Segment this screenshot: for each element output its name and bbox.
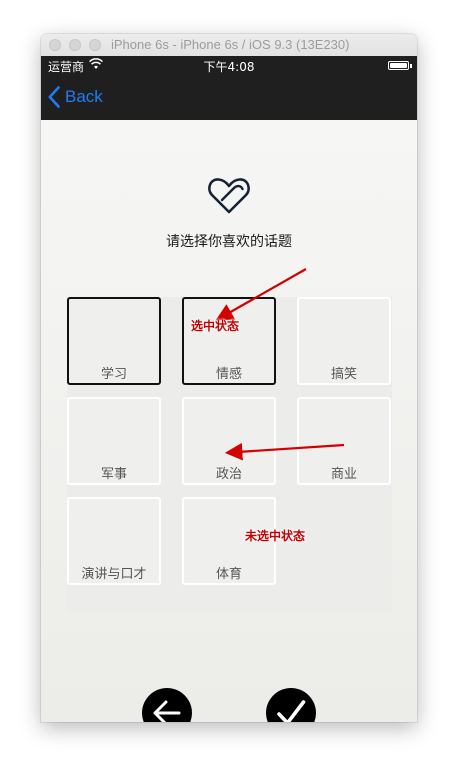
- topic-tile-business[interactable]: 商业: [297, 397, 391, 485]
- window-titlebar: iPhone 6s - iPhone 6s / iOS 9.3 (13E230): [41, 34, 417, 57]
- status-time: 下午4:08: [203, 60, 255, 74]
- selected-state-annotation: 选中状态: [191, 319, 240, 333]
- battery-tip: [410, 64, 412, 68]
- topic-tile-speech[interactable]: 演讲与口才: [67, 497, 161, 585]
- confirm-button[interactable]: [266, 688, 316, 722]
- topic-selection-screen: 请选择你喜欢的话题 学习 情感 搞笑 军事 政治 商业 演讲与口才 体育 选中状…: [41, 120, 417, 722]
- back-button[interactable]: Back: [48, 86, 103, 108]
- topic-label: 商业: [330, 467, 357, 482]
- navigation-bar: Back: [41, 76, 417, 120]
- simulator-window: iPhone 6s - iPhone 6s / iOS 9.3 (13E230)…: [41, 34, 417, 722]
- topic-label: 演讲与口才: [81, 567, 147, 582]
- unselected-state-annotation: 未选中状态: [245, 529, 306, 543]
- chevron-left-icon: [48, 86, 60, 108]
- topic-tile-military[interactable]: 军事: [67, 397, 161, 485]
- topic-tile-study[interactable]: 学习: [67, 297, 161, 385]
- battery-icon: [388, 61, 409, 70]
- close-window-button[interactable]: [49, 39, 61, 51]
- topic-label: 搞笑: [330, 367, 357, 382]
- topic-tile-emotion[interactable]: 情感: [182, 297, 276, 385]
- heart-icon: [208, 178, 250, 214]
- checkmark-icon: [277, 700, 306, 722]
- topic-tile-funny[interactable]: 搞笑: [297, 297, 391, 385]
- topic-label: 情感: [215, 367, 242, 382]
- window-title: iPhone 6s - iPhone 6s / iOS 9.3 (13E230): [111, 37, 350, 52]
- status-bar: 运营商 下午4:08: [41, 56, 417, 76]
- topic-label: 学习: [100, 367, 127, 382]
- topic-prompt: 请选择你喜欢的话题: [166, 234, 292, 250]
- minimize-window-button[interactable]: [69, 39, 81, 51]
- topic-label: 军事: [100, 467, 127, 482]
- back-button-label: Back: [65, 87, 103, 106]
- topic-label: 政治: [215, 467, 242, 482]
- previous-button[interactable]: [142, 688, 192, 722]
- topic-tile-politics[interactable]: 政治: [182, 397, 276, 485]
- arrow-left-icon: [153, 700, 181, 722]
- topic-label: 体育: [215, 567, 242, 582]
- zoom-window-button[interactable]: [89, 39, 101, 51]
